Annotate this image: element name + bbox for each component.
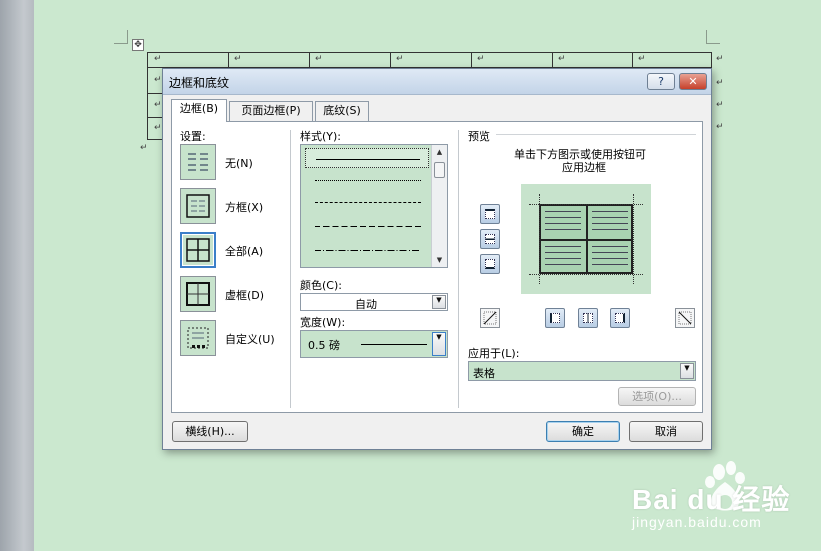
setting-none-label[interactable]: 无(N)	[225, 155, 253, 171]
setting-custom-button[interactable]	[180, 320, 216, 356]
line-style-dash-dot[interactable]	[305, 240, 429, 260]
chevron-down-icon[interactable]: ▼	[432, 295, 446, 309]
options-button[interactable]: 选项(O)...	[618, 387, 696, 406]
line-style-dotted[interactable]	[305, 170, 429, 190]
tab-borders[interactable]: 边框(B)	[171, 99, 227, 122]
watermark-brand: Bai du 经验	[632, 484, 791, 515]
table-col-line	[632, 53, 633, 67]
setting-grid-label[interactable]: 虚框(D)	[225, 287, 264, 303]
paragraph-mark-icon: ↵	[638, 54, 646, 64]
preview-hint-line2: 应用边框	[562, 161, 606, 174]
grid-border-icon	[186, 282, 210, 306]
ok-button[interactable]: 确定	[546, 421, 620, 442]
line-style-solid[interactable]	[305, 148, 429, 168]
apply-to-value: 表格	[473, 367, 495, 380]
width-label: 宽度(W):	[300, 316, 346, 329]
table-move-handle-icon[interactable]: ✥	[132, 39, 144, 51]
close-button[interactable]: ✕	[679, 73, 707, 90]
none-border-icon	[188, 153, 208, 171]
horizontal-line-button[interactable]: 横线(H)...	[172, 421, 248, 442]
paragraph-mark-icon: ↵	[154, 54, 162, 64]
margin-corner-mark	[114, 30, 128, 44]
preview-heading-rule	[496, 134, 696, 135]
diagonal-up-border-button[interactable]	[675, 308, 695, 328]
chevron-down-icon[interactable]: ▼	[432, 332, 446, 356]
style-heading: 样式(Y):	[300, 130, 342, 143]
setting-custom-label[interactable]: 自定义(U)	[225, 331, 275, 347]
paragraph-mark-icon: ↵	[396, 54, 404, 64]
paragraph-mark-icon: ↵	[154, 100, 162, 110]
table-col-line	[228, 53, 229, 67]
setting-grid-button[interactable]	[180, 276, 216, 312]
inside-vertical-border-button[interactable]	[578, 308, 598, 328]
line-style-dashed-small[interactable]	[305, 192, 429, 212]
setting-all-label[interactable]: 全部(A)	[225, 243, 263, 259]
setting-none-button[interactable]	[180, 144, 216, 180]
column-divider	[458, 130, 459, 408]
table-col-line	[309, 53, 310, 67]
row-end-mark-icon: ↵	[716, 100, 724, 110]
width-select[interactable]: 0.5 磅 ▼	[300, 330, 448, 358]
ruler-margin	[0, 0, 34, 551]
baidu-jingyan-watermark: Bai du 经验 jingyan.baidu.com	[630, 458, 810, 538]
dialog-title: 边框和底纹	[169, 76, 230, 90]
paragraph-mark-icon: ↵	[140, 143, 148, 153]
setting-box-label[interactable]: 方框(X)	[225, 199, 263, 215]
paragraph-mark-icon: ↵	[315, 54, 323, 64]
paragraph-mark-icon: ↵	[154, 75, 162, 85]
table-col-line	[552, 53, 553, 67]
all-borders-icon	[186, 238, 210, 262]
paragraph-mark-icon: ↵	[234, 54, 242, 64]
left-border-button[interactable]	[545, 308, 565, 328]
width-value: 0.5 磅	[308, 339, 340, 352]
chevron-down-icon[interactable]: ▼	[680, 363, 694, 379]
inside-horizontal-border-button[interactable]	[480, 229, 500, 249]
help-button[interactable]: ?	[647, 73, 675, 90]
diagonal-up-icon	[483, 311, 497, 325]
paragraph-mark-icon: ↵	[558, 54, 566, 64]
apply-to-select[interactable]: 表格 ▼	[468, 361, 696, 381]
watermark-url: jingyan.baidu.com	[632, 514, 762, 530]
diagonal-down-icon	[678, 311, 692, 325]
line-style-dashed[interactable]	[305, 216, 429, 236]
preview-heading: 预览	[468, 130, 490, 143]
scroll-thumb[interactable]	[434, 162, 445, 178]
row-end-mark-icon: ↵	[716, 122, 724, 132]
diagonal-down-border-button[interactable]	[480, 308, 500, 328]
color-label: 颜色(C):	[300, 279, 342, 292]
table-col-line	[390, 53, 391, 67]
preview-table-diagram	[539, 204, 633, 274]
dialog-titlebar[interactable]: 边框和底纹 ? ✕	[163, 69, 711, 95]
cancel-button[interactable]: 取消	[629, 421, 703, 442]
width-sample-line	[361, 344, 427, 345]
custom-border-icon	[187, 327, 209, 349]
box-border-icon	[186, 194, 210, 218]
paragraph-mark-icon: ↵	[154, 123, 162, 133]
setting-all-button[interactable]	[180, 232, 216, 268]
tab-page-border[interactable]: 页面边框(P)	[229, 101, 313, 121]
row-end-mark-icon: ↵	[716, 54, 724, 64]
apply-to-label: 应用于(L):	[468, 347, 520, 360]
bottom-border-button[interactable]	[480, 254, 500, 274]
row-end-mark-icon: ↵	[716, 78, 724, 88]
margin-corner-mark	[706, 30, 720, 44]
tab-shading[interactable]: 底纹(S)	[315, 101, 369, 121]
borders-panel: 设置: 无(N) 方框(X) 全部(A) 虚框(D) 自定义(U) 样式(Y):	[171, 121, 703, 413]
paragraph-mark-icon: ↵	[477, 54, 485, 64]
color-value: 自动	[355, 298, 377, 311]
line-style-list[interactable]: ▲ ▼	[300, 144, 448, 268]
color-select[interactable]: 自动 ▼	[300, 293, 448, 311]
scroll-up-icon[interactable]: ▲	[432, 145, 447, 159]
top-border-button[interactable]	[480, 204, 500, 224]
style-scrollbar[interactable]: ▲ ▼	[431, 145, 447, 267]
scroll-down-icon[interactable]: ▼	[432, 253, 447, 267]
column-divider	[290, 130, 291, 408]
setting-box-button[interactable]	[180, 188, 216, 224]
table-col-line	[471, 53, 472, 67]
settings-heading: 设置:	[180, 130, 206, 143]
borders-shading-dialog: 边框和底纹 ? ✕ 边框(B) 页面边框(P) 底纹(S) 设置: 无(N) 方…	[162, 68, 712, 450]
right-border-button[interactable]	[610, 308, 630, 328]
border-preview[interactable]	[521, 184, 651, 294]
